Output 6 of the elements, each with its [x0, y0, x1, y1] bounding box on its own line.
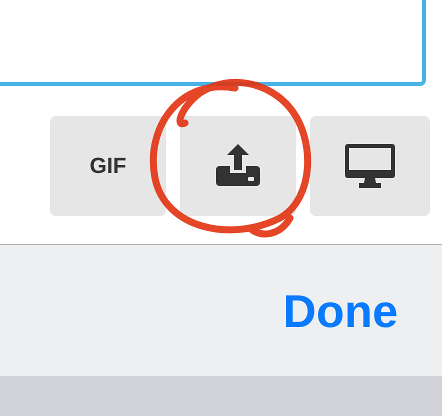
text-input-field[interactable] — [0, 0, 426, 86]
upload-icon — [214, 144, 262, 188]
monitor-icon — [345, 144, 395, 188]
monitor-button[interactable] — [310, 116, 430, 216]
upload-button[interactable] — [180, 116, 296, 216]
gif-button[interactable]: GIF — [50, 116, 166, 216]
